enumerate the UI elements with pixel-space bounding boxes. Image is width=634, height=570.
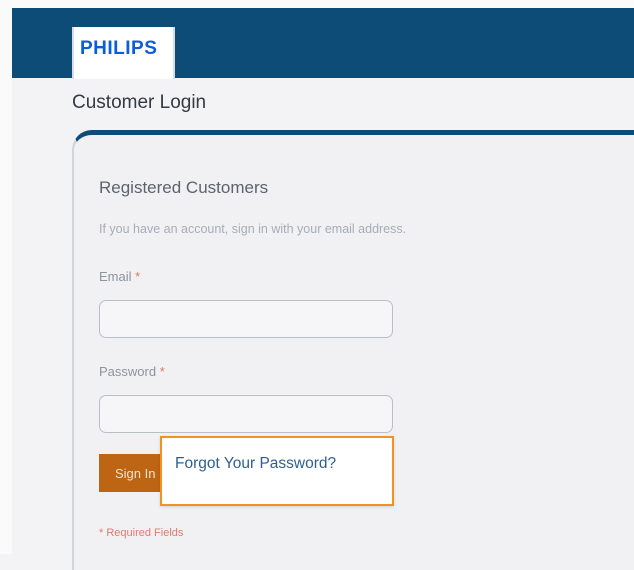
sign-in-button[interactable]: Sign In [99, 454, 169, 492]
email-field[interactable] [99, 300, 393, 338]
forgot-password-highlight: Forgot Your Password? [160, 436, 394, 506]
email-label-text: Email [99, 269, 132, 284]
password-field[interactable] [99, 395, 393, 433]
required-star: * [135, 269, 141, 284]
required-star: * [159, 364, 165, 379]
login-description: If you have an account, sign in with you… [99, 222, 407, 236]
top-margin-strip [12, 0, 634, 8]
email-label: Email * [99, 269, 140, 284]
philips-logo-link[interactable]: PHILIPS [72, 27, 175, 79]
required-fields-note: * Required Fields [99, 527, 184, 539]
password-label: Password * [99, 364, 165, 379]
page-title: Customer Login [72, 92, 207, 113]
philips-logo: PHILIPS [80, 38, 158, 59]
password-label-text: Password [99, 364, 157, 379]
forgot-password-link[interactable]: Forgot Your Password? [175, 455, 336, 473]
left-margin-strip [0, 0, 12, 554]
registered-customers-heading: Registered Customers [99, 178, 269, 197]
